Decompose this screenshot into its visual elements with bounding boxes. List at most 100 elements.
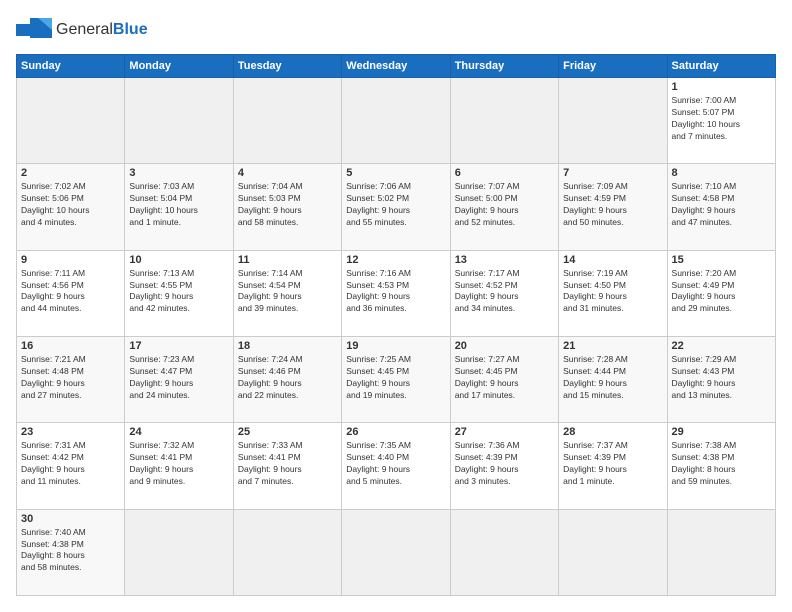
header: GeneralBlue (16, 16, 776, 44)
day-info: Sunrise: 7:33 AM Sunset: 4:41 PM Dayligh… (238, 440, 337, 488)
day-info: Sunrise: 7:20 AM Sunset: 4:49 PM Dayligh… (672, 268, 771, 316)
day-number: 23 (21, 426, 120, 438)
day-number: 26 (346, 426, 445, 438)
day-info: Sunrise: 7:19 AM Sunset: 4:50 PM Dayligh… (563, 268, 662, 316)
day-number: 4 (238, 167, 337, 179)
calendar-cell (450, 509, 558, 595)
calendar-cell (450, 78, 558, 164)
weekday-header-tuesday: Tuesday (233, 55, 341, 78)
calendar-week-row: 9 Sunrise: 7:11 AM Sunset: 4:56 PM Daylig… (17, 250, 776, 336)
logo-icon (16, 16, 52, 44)
calendar-cell: 5 Sunrise: 7:06 AM Sunset: 5:02 PM Daylig… (342, 164, 450, 250)
calendar-cell: 26 Sunrise: 7:35 AM Sunset: 4:40 PM Dayli… (342, 423, 450, 509)
day-info: Sunrise: 7:06 AM Sunset: 5:02 PM Dayligh… (346, 181, 445, 229)
weekday-header-monday: Monday (125, 55, 233, 78)
day-number: 12 (346, 254, 445, 266)
day-number: 29 (672, 426, 771, 438)
day-number: 17 (129, 340, 228, 352)
calendar-week-row: 1 Sunrise: 7:00 AM Sunset: 5:07 PM Daylig… (17, 78, 776, 164)
day-number: 8 (672, 167, 771, 179)
calendar-cell: 12 Sunrise: 7:16 AM Sunset: 4:53 PM Dayli… (342, 250, 450, 336)
calendar-cell: 21 Sunrise: 7:28 AM Sunset: 4:44 PM Dayli… (559, 336, 667, 422)
calendar: SundayMondayTuesdayWednesdayThursdayFrid… (16, 54, 776, 596)
logo: GeneralBlue (16, 16, 148, 44)
calendar-cell: 28 Sunrise: 7:37 AM Sunset: 4:39 PM Dayli… (559, 423, 667, 509)
day-number: 25 (238, 426, 337, 438)
day-number: 5 (346, 167, 445, 179)
day-info: Sunrise: 7:40 AM Sunset: 4:38 PM Dayligh… (21, 527, 120, 575)
day-info: Sunrise: 7:04 AM Sunset: 5:03 PM Dayligh… (238, 181, 337, 229)
calendar-cell: 14 Sunrise: 7:19 AM Sunset: 4:50 PM Dayli… (559, 250, 667, 336)
calendar-cell: 16 Sunrise: 7:21 AM Sunset: 4:48 PM Dayli… (17, 336, 125, 422)
day-info: Sunrise: 7:28 AM Sunset: 4:44 PM Dayligh… (563, 354, 662, 402)
calendar-cell (667, 509, 775, 595)
day-info: Sunrise: 7:35 AM Sunset: 4:40 PM Dayligh… (346, 440, 445, 488)
calendar-cell: 19Sunrise: 7:25 AM Sunset: 4:45 PM Dayli… (342, 336, 450, 422)
day-info: Sunrise: 7:24 AM Sunset: 4:46 PM Dayligh… (238, 354, 337, 402)
day-number: 24 (129, 426, 228, 438)
calendar-cell: 22 Sunrise: 7:29 AM Sunset: 4:43 PM Dayli… (667, 336, 775, 422)
day-number: 27 (455, 426, 554, 438)
calendar-cell: 3 Sunrise: 7:03 AM Sunset: 5:04 PM Daylig… (125, 164, 233, 250)
calendar-week-row: 30Sunrise: 7:40 AM Sunset: 4:38 PM Dayli… (17, 509, 776, 595)
calendar-cell: 18Sunrise: 7:24 AM Sunset: 4:46 PM Dayli… (233, 336, 341, 422)
day-number: 16 (21, 340, 120, 352)
day-info: Sunrise: 7:23 AM Sunset: 4:47 PM Dayligh… (129, 354, 228, 402)
day-info: Sunrise: 7:21 AM Sunset: 4:48 PM Dayligh… (21, 354, 120, 402)
calendar-cell: 7Sunrise: 7:09 AM Sunset: 4:59 PM Daylig… (559, 164, 667, 250)
weekday-header-wednesday: Wednesday (342, 55, 450, 78)
day-info: Sunrise: 7:11 AM Sunset: 4:56 PM Dayligh… (21, 268, 120, 316)
calendar-cell (342, 509, 450, 595)
day-info: Sunrise: 7:17 AM Sunset: 4:52 PM Dayligh… (455, 268, 554, 316)
calendar-cell (125, 509, 233, 595)
day-number: 9 (21, 254, 120, 266)
calendar-week-row: 16 Sunrise: 7:21 AM Sunset: 4:48 PM Dayli… (17, 336, 776, 422)
day-number: 22 (672, 340, 771, 352)
calendar-cell: 9 Sunrise: 7:11 AM Sunset: 4:56 PM Daylig… (17, 250, 125, 336)
day-number: 13 (455, 254, 554, 266)
weekday-header-row: SundayMondayTuesdayWednesdayThursdayFrid… (17, 55, 776, 78)
weekday-header-saturday: Saturday (667, 55, 775, 78)
day-info: Sunrise: 7:32 AM Sunset: 4:41 PM Dayligh… (129, 440, 228, 488)
calendar-cell (125, 78, 233, 164)
day-info: Sunrise: 7:25 AM Sunset: 4:45 PM Dayligh… (346, 354, 445, 402)
day-number: 14 (563, 254, 662, 266)
day-info: Sunrise: 7:37 AM Sunset: 4:39 PM Dayligh… (563, 440, 662, 488)
day-info: Sunrise: 7:38 AM Sunset: 4:38 PM Dayligh… (672, 440, 771, 488)
calendar-cell: 30Sunrise: 7:40 AM Sunset: 4:38 PM Dayli… (17, 509, 125, 595)
calendar-cell: 24 Sunrise: 7:32 AM Sunset: 4:41 PM Dayli… (125, 423, 233, 509)
day-info: Sunrise: 7:16 AM Sunset: 4:53 PM Dayligh… (346, 268, 445, 316)
day-number: 15 (672, 254, 771, 266)
day-info: Sunrise: 7:29 AM Sunset: 4:43 PM Dayligh… (672, 354, 771, 402)
day-number: 1 (672, 81, 771, 93)
day-info: Sunrise: 7:00 AM Sunset: 5:07 PM Dayligh… (672, 95, 771, 143)
day-number: 10 (129, 254, 228, 266)
day-number: 3 (129, 167, 228, 179)
calendar-cell: 15 Sunrise: 7:20 AM Sunset: 4:49 PM Dayli… (667, 250, 775, 336)
calendar-week-row: 2Sunrise: 7:02 AM Sunset: 5:06 PM Daylig… (17, 164, 776, 250)
calendar-cell (17, 78, 125, 164)
calendar-cell: 1 Sunrise: 7:00 AM Sunset: 5:07 PM Daylig… (667, 78, 775, 164)
day-info: Sunrise: 7:10 AM Sunset: 4:58 PM Dayligh… (672, 181, 771, 229)
calendar-cell: 27Sunrise: 7:36 AM Sunset: 4:39 PM Dayli… (450, 423, 558, 509)
weekday-header-sunday: Sunday (17, 55, 125, 78)
calendar-cell: 29 Sunrise: 7:38 AM Sunset: 4:38 PM Dayli… (667, 423, 775, 509)
calendar-cell (342, 78, 450, 164)
calendar-cell: 11Sunrise: 7:14 AM Sunset: 4:54 PM Dayli… (233, 250, 341, 336)
day-info: Sunrise: 7:02 AM Sunset: 5:06 PM Dayligh… (21, 181, 120, 229)
day-info: Sunrise: 7:13 AM Sunset: 4:55 PM Dayligh… (129, 268, 228, 316)
day-number: 21 (563, 340, 662, 352)
day-info: Sunrise: 7:31 AM Sunset: 4:42 PM Dayligh… (21, 440, 120, 488)
calendar-cell: 4 Sunrise: 7:04 AM Sunset: 5:03 PM Daylig… (233, 164, 341, 250)
day-number: 28 (563, 426, 662, 438)
day-info: Sunrise: 7:03 AM Sunset: 5:04 PM Dayligh… (129, 181, 228, 229)
weekday-header-thursday: Thursday (450, 55, 558, 78)
weekday-header-friday: Friday (559, 55, 667, 78)
day-number: 7 (563, 167, 662, 179)
calendar-cell: 23 Sunrise: 7:31 AM Sunset: 4:42 PM Dayli… (17, 423, 125, 509)
calendar-cell: 20Sunrise: 7:27 AM Sunset: 4:45 PM Dayli… (450, 336, 558, 422)
page: GeneralBlue SundayMondayTuesdayWednesday… (0, 0, 792, 612)
logo-text: GeneralBlue (56, 21, 148, 39)
calendar-cell: 6Sunrise: 7:07 AM Sunset: 5:00 PM Daylig… (450, 164, 558, 250)
calendar-cell: 25 Sunrise: 7:33 AM Sunset: 4:41 PM Dayli… (233, 423, 341, 509)
